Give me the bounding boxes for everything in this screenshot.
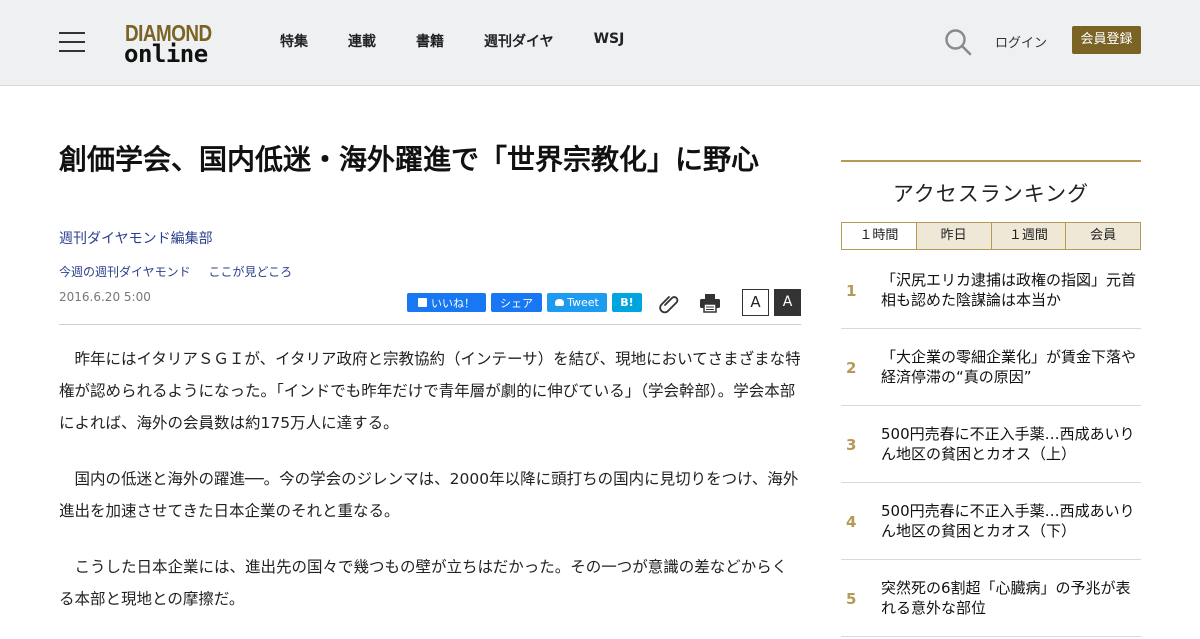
register-button[interactable]: 会員登録: [1072, 26, 1141, 54]
facebook-like-button[interactable]: いいね！: [407, 293, 486, 312]
tab-members[interactable]: 会員: [1065, 223, 1140, 249]
nav-item-books[interactable]: 書籍: [416, 31, 444, 51]
font-size-large-button[interactable]: A: [774, 289, 801, 316]
nav-item-special[interactable]: 特集: [280, 31, 308, 51]
nav-item-weekly[interactable]: 週刊ダイヤ: [484, 31, 554, 51]
ranking-headline[interactable]: 500円売春に不正入手薬…西成あいりん地区の貧困とカオス（上）: [881, 424, 1141, 464]
article-category: 今週の週刊ダイヤモンド ここが見どころ: [59, 263, 306, 280]
clip-icon[interactable]: [659, 292, 681, 314]
tab-1week[interactable]: １週間: [990, 223, 1066, 249]
ranking-number: 2: [846, 359, 857, 377]
category-link-weekly[interactable]: 今週の週刊ダイヤモンド: [59, 265, 191, 279]
ranking-top-border: [841, 160, 1141, 162]
ranking-item[interactable]: 5 突然死の6割超「心臓病」の予兆が表れる意外な部位: [841, 560, 1141, 637]
like-label: いいね！: [431, 296, 475, 310]
ranking-headline[interactable]: 「大企業の零細企業化」が賃金下落や経済停滞の“真の原因”: [881, 347, 1141, 387]
ranking-number: 3: [846, 436, 857, 454]
tab-1hour[interactable]: １時間: [842, 223, 916, 249]
site-logo[interactable]: DIAMOND online: [124, 20, 228, 68]
ranking-number: 5: [846, 590, 857, 608]
article-body: 昨年にはイタリアＳＧＩが、イタリア政府と宗教協約（インテーサ）を結び、現地におい…: [59, 343, 801, 639]
ranking-headline[interactable]: 「沢尻エリカ逮捕は政権の指図」元首相も認めた陰謀論は本当か: [881, 270, 1141, 310]
article-paragraph: 国内の低迷と海外の躍進──。今の学会のジレンマは、2000年以降に頭打ちの国内に…: [59, 470, 799, 520]
twitter-bird-icon: [555, 299, 565, 306]
main-nav: 特集 連載 書籍 週刊ダイヤ WSJ: [280, 31, 664, 51]
article-paragraph: こうした日本企業には、進出先の国々で幾つもの壁が立ちはだかった。その一つが意識の…: [59, 558, 788, 608]
article-author[interactable]: 週刊ダイヤモンド編集部: [59, 228, 213, 248]
print-icon[interactable]: [699, 292, 721, 314]
menu-icon[interactable]: [59, 32, 85, 52]
ranking-item[interactable]: 1 「沢尻エリカ逮捕は政権の指図」元首相も認めた陰謀論は本当か: [841, 252, 1141, 329]
ranking-headline[interactable]: 500円売春に不正入手薬…西成あいりん地区の貧困とカオス（下）: [881, 501, 1141, 541]
access-ranking: アクセスランキング １時間 昨日 １週間 会員 1 「沢尻エリカ逮捕は政権の指図…: [841, 160, 1141, 637]
nav-item-series[interactable]: 連載: [348, 31, 376, 51]
article-title: 創価学会、国内低迷・海外躍進で「世界宗教化」に野心: [59, 143, 760, 176]
logo-line2: online: [124, 40, 208, 68]
ranking-list: 1 「沢尻エリカ逮捕は政権の指図」元首相も認めた陰謀論は本当か 2 「大企業の零…: [841, 252, 1141, 637]
ranking-item[interactable]: 3 500円売春に不正入手薬…西成あいりん地区の貧困とカオス（上）: [841, 406, 1141, 483]
site-header: DIAMOND online 特集 連載 書籍 週刊ダイヤ WSJ ログイン 会…: [0, 0, 1200, 86]
search-icon[interactable]: [944, 28, 972, 56]
ranking-item[interactable]: 2 「大企業の零細企業化」が賃金下落や経済停滞の“真の原因”: [841, 329, 1141, 406]
ranking-headline[interactable]: 突然死の6割超「心臓病」の予兆が表れる意外な部位: [881, 578, 1141, 618]
thumbs-up-icon: [418, 298, 427, 307]
ranking-item[interactable]: 4 500円売春に不正入手薬…西成あいりん地区の貧困とカオス（下）: [841, 483, 1141, 560]
facebook-share-button[interactable]: シェア: [491, 293, 542, 312]
tab-yesterday[interactable]: 昨日: [915, 223, 991, 249]
tweet-button[interactable]: Tweet: [547, 293, 607, 312]
ranking-number: 4: [846, 513, 857, 531]
nav-item-wsj[interactable]: WSJ: [594, 31, 625, 51]
article-date: 2016.6.20 5:00: [59, 290, 151, 304]
ranking-number: 1: [846, 282, 857, 300]
category-link-highlight[interactable]: ここが見どころ: [208, 265, 292, 279]
ranking-title: アクセスランキング: [892, 182, 1090, 206]
tweet-label: Tweet: [567, 296, 599, 309]
divider: [59, 324, 801, 325]
hatena-bookmark-button[interactable]: B!: [612, 293, 642, 312]
share-buttons: いいね！ シェア Tweet B!: [407, 293, 647, 312]
ranking-tabs: １時間 昨日 １週間 会員: [841, 222, 1141, 250]
login-link[interactable]: ログイン: [995, 32, 1047, 51]
font-size-small-button[interactable]: A: [742, 289, 769, 316]
article-paragraph: 昨年にはイタリアＳＧＩが、イタリア政府と宗教協約（インテーサ）を結び、現地におい…: [59, 350, 801, 432]
